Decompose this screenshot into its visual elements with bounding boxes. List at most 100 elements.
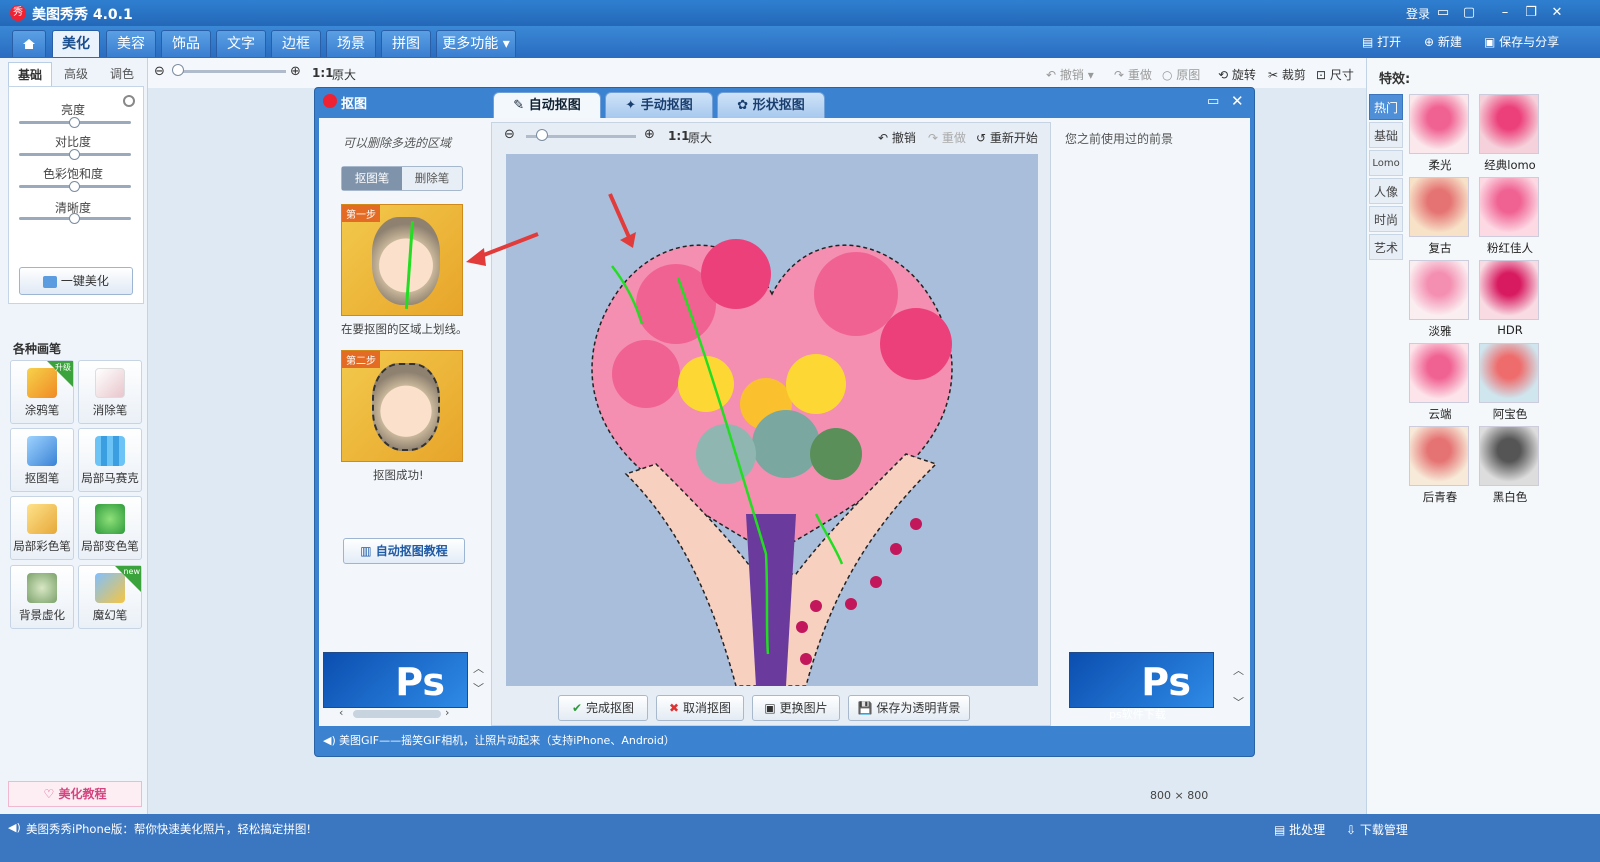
scroll-down-icon[interactable]: ﹀ [473,680,484,696]
cutout-pen-tab[interactable]: 抠图笔 [342,167,402,190]
zoom-in-icon[interactable]: ⊕ [290,64,301,79]
login-link[interactable]: 登录 [1406,5,1430,22]
fx-item-cloud[interactable]: 云端 [1409,343,1471,422]
download-manager-button[interactable]: ⇩ 下载管理 [1346,821,1408,838]
change-image-button[interactable]: ▣ 更换图片 [752,695,840,721]
beautify-tutorial-button[interactable]: ♡ 美化教程 [8,781,142,807]
tab-collage[interactable]: 拼图 [381,30,431,57]
fx-category-basic[interactable]: 基础 [1369,122,1403,148]
skin-icon[interactable]: ▢ [1458,3,1480,23]
scroll-up-icon[interactable]: ︿ [473,660,484,676]
tab-text[interactable]: 文字 [216,30,266,57]
subtab-advanced[interactable]: 高级 [54,62,98,86]
open-button[interactable]: ▤ 打开 [1362,33,1401,50]
fx-category-portrait[interactable]: 人像 [1369,178,1403,204]
tab-scene[interactable]: 场景 [326,30,376,57]
fx-category-art[interactable]: 艺术 [1369,234,1403,260]
tab-manual-cutout[interactable]: ✦ 手动抠图 [605,92,713,118]
chat-icon[interactable]: ▭ [1432,3,1454,23]
fx-category-fashion[interactable]: 时尚 [1369,206,1403,232]
step2-label: 第二步 [342,351,380,368]
color-pen-button[interactable]: 局部彩色笔 [10,496,74,560]
save-share-button[interactable]: ▣ 保存与分享 [1484,33,1559,50]
original-button[interactable]: ○ 原图 [1162,66,1200,83]
tab-decorations[interactable]: 饰品 [161,30,211,57]
zoom-original[interactable]: 原大 [332,66,356,83]
magic-pen-button[interactable]: 魔幻笔 new [78,565,142,629]
dialog-status-text[interactable]: 美图GIF——摇笑GIF相机，让照片动起来（支持iPhone、Android） [339,734,675,747]
fx-item-retro[interactable]: 复古 [1409,177,1471,256]
dialog-maximize-icon[interactable]: ▭ [1207,94,1219,109]
zoom-knob[interactable] [172,64,184,76]
ad-banner-right[interactable]: Ps [1069,652,1214,708]
delete-pen-tab[interactable]: 删除笔 [402,167,462,190]
tab-beauty[interactable]: 美容 [106,30,156,57]
fx-item-black-white[interactable]: 黑白色 [1479,426,1541,505]
dialog-close-icon[interactable]: ✕ [1231,92,1244,110]
zoom-slider[interactable] [176,70,286,73]
home-tab[interactable] [12,30,46,57]
redo-button[interactable]: ↷ 重做 [1114,66,1152,83]
fx-item-pink-lady[interactable]: 粉红佳人 [1479,177,1541,256]
zoom-out-icon[interactable]: ⊖ [154,64,165,79]
batch-button[interactable]: ▤ 批处理 [1274,821,1325,838]
contrast-knob[interactable] [69,149,80,160]
right-scroll-up-icon[interactable]: ︿ [1233,662,1244,678]
fx-item-hdr[interactable]: HDR [1479,260,1541,337]
resize-button[interactable]: ⊡ 尺寸 [1316,66,1354,83]
finish-cutout-button[interactable]: ✔ 完成抠图 [558,695,648,721]
fx-category-lomo[interactable]: Lomo [1369,150,1403,176]
fx-item-soft-light[interactable]: 柔光 [1409,94,1471,173]
canvas-zoom-knob[interactable] [536,129,548,141]
tab-beautify[interactable]: 美化 [52,30,100,57]
saturation-knob[interactable] [69,181,80,192]
fx-item-youth[interactable]: 后青春 [1409,426,1471,505]
ad-banner-left[interactable]: Ps [323,652,468,708]
auto-cutout-tutorial-button[interactable]: ▥ 自动抠图教程 [343,538,465,564]
canvas-zoom-out-icon[interactable]: ⊖ [504,127,515,142]
save-transparent-button[interactable]: 💾 保存为透明背景 [848,695,970,721]
scroll-left-icon[interactable]: ‹ [339,706,343,719]
eraser-pen-button[interactable]: 消除笔 [78,360,142,424]
canvas-redo-button[interactable]: ↷ 重做 [928,129,966,146]
new-button[interactable]: ⊕ 新建 [1424,33,1462,50]
undo-button[interactable]: ↶ 撤销 ▾ [1046,66,1094,83]
subtab-basic[interactable]: 基础 [8,62,52,86]
zoom-ratio[interactable]: 1:1 [312,66,334,80]
maximize-icon[interactable]: ❐ [1520,3,1542,23]
tab-more[interactable]: 更多功能 ▾ [436,30,516,57]
brightness-knob[interactable] [69,117,80,128]
rotate-button[interactable]: ⟲ 旋转 [1218,66,1256,83]
restart-button[interactable]: ↺ 重新开始 [976,129,1038,146]
doodle-pen-button[interactable]: 涂鸦笔 升级 [10,360,74,424]
fx-item-elegant[interactable]: 淡雅 [1409,260,1471,339]
canvas-zoom-ratio[interactable]: 1:1 [668,129,690,143]
canvas-undo-button[interactable]: ↶ 撤销 [878,129,916,146]
right-scroll-down-icon[interactable]: ﹀ [1233,694,1244,710]
tab-auto-cutout[interactable]: ✎ 自动抠图 [493,92,601,118]
close-icon[interactable]: ✕ [1546,3,1568,23]
cutout-pen-button[interactable]: 抠图笔 [10,428,74,492]
change-image-label: 更换图片 [779,701,828,715]
sharpness-knob[interactable] [69,213,80,224]
cancel-cutout-button[interactable]: ✖ 取消抠图 [656,695,744,721]
crop-button[interactable]: ✂ 裁剪 [1268,66,1306,83]
subtab-color[interactable]: 调色 [100,62,144,86]
one-click-beautify-button[interactable]: 一键美化 [19,267,133,295]
horizontal-scrollbar[interactable] [353,710,441,718]
mosaic-button[interactable]: 局部马赛克 [78,428,142,492]
fx-category-hot[interactable]: 热门 [1369,94,1403,120]
redo-label: 重做 [1127,68,1152,82]
fx-item-classic-lomo[interactable]: 经典lomo [1479,94,1541,173]
canvas-zoom-in-icon[interactable]: ⊕ [644,127,655,142]
scroll-right-icon[interactable]: › [445,706,449,719]
tab-shape-cutout[interactable]: ✿ 形状抠图 [717,92,825,118]
recolor-pen-button[interactable]: 局部变色笔 [78,496,142,560]
status-message[interactable]: 美图秀秀iPhone版：帮你快速美化照片，轻松搞定拼图! [26,821,311,837]
canvas-zoom-original[interactable]: 原大 [688,129,712,146]
minimize-icon[interactable]: – [1494,3,1516,23]
image-canvas[interactable] [506,154,1038,686]
background-blur-button[interactable]: 背景虚化 [10,565,74,629]
fx-item-abao[interactable]: 阿宝色 [1479,343,1541,422]
tab-border[interactable]: 边框 [271,30,321,57]
